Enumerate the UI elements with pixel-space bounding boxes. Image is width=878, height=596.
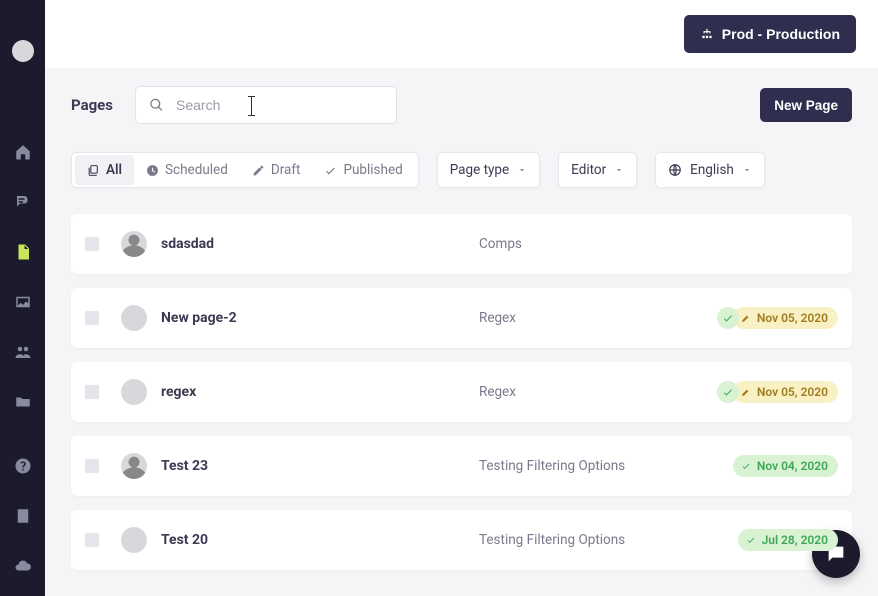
- author-avatar: [121, 379, 147, 405]
- page-title: Pages: [71, 96, 113, 114]
- page-category: Testing Filtering Options: [479, 532, 744, 548]
- page-name: regex: [161, 384, 479, 400]
- filter-draft-label: Draft: [271, 162, 301, 178]
- sidebar: [0, 0, 45, 596]
- sitemap-icon: [700, 27, 714, 41]
- published-badge: [717, 307, 739, 329]
- author-avatar: [121, 231, 147, 257]
- check-icon: [741, 461, 751, 471]
- new-page-button[interactable]: New Page: [760, 88, 852, 122]
- stack-icon: [87, 164, 100, 177]
- filter-scheduled-label: Scheduled: [165, 162, 228, 178]
- pencil-icon: [252, 164, 265, 177]
- search-icon: [149, 98, 164, 113]
- search-input[interactable]: [135, 86, 397, 124]
- editor-label: Editor: [571, 162, 606, 178]
- draft-date-badge: Nov 05, 2020: [733, 381, 838, 403]
- docs-icon[interactable]: [13, 506, 33, 526]
- row-checkbox[interactable]: [85, 533, 99, 547]
- badge-group: Nov 05, 2020: [717, 381, 838, 403]
- page-row[interactable]: Test 20Testing Filtering OptionsJul 28, …: [71, 510, 852, 570]
- status-segment: All Scheduled Draft Published: [71, 152, 419, 188]
- page-row[interactable]: sdasdadComps: [71, 214, 852, 274]
- pages-icon[interactable]: [13, 242, 33, 262]
- main-area: Prod - Production Pages New Page All: [45, 0, 878, 596]
- page-row[interactable]: regexRegex Nov 05, 2020: [71, 362, 852, 422]
- page-type-dropdown[interactable]: Page type: [437, 152, 540, 188]
- chevron-down-icon: [614, 165, 624, 175]
- page-name: Test 20: [161, 532, 479, 548]
- row-checkbox[interactable]: [85, 237, 99, 251]
- editor-dropdown[interactable]: Editor: [558, 152, 637, 188]
- row-checkbox[interactable]: [85, 385, 99, 399]
- published-badge: [717, 381, 739, 403]
- draft-date-badge: Nov 05, 2020: [733, 307, 838, 329]
- user-avatar[interactable]: [12, 40, 34, 62]
- filter-all[interactable]: All: [75, 155, 134, 185]
- author-avatar: [121, 527, 147, 553]
- clock-icon: [146, 164, 159, 177]
- home-icon[interactable]: [13, 142, 33, 162]
- cloud-icon[interactable]: [13, 556, 33, 576]
- check-icon: [746, 535, 756, 545]
- page-type-label: Page type: [450, 162, 509, 178]
- search-wrap: [135, 86, 397, 124]
- filter-published[interactable]: Published: [312, 155, 414, 185]
- header-row: Pages New Page: [71, 86, 852, 124]
- filter-all-label: All: [106, 162, 122, 178]
- author-avatar: [121, 305, 147, 331]
- page-category: Regex: [479, 384, 717, 400]
- language-label: English: [690, 162, 734, 178]
- pencil-icon: [741, 387, 751, 397]
- published-date-badge: Nov 04, 2020: [733, 455, 838, 477]
- pencil-icon: [741, 313, 751, 323]
- page-row[interactable]: Test 23Testing Filtering OptionsNov 04, …: [71, 436, 852, 496]
- badge-group: Jul 28, 2020: [744, 529, 838, 551]
- published-date-badge: Jul 28, 2020: [738, 529, 838, 551]
- filter-scheduled[interactable]: Scheduled: [134, 155, 240, 185]
- author-avatar: [121, 453, 147, 479]
- page-list: sdasdadCompsNew page-2RegexNov 05, 2020r…: [71, 214, 852, 570]
- chevron-down-icon: [742, 165, 752, 175]
- globe-icon: [668, 163, 682, 177]
- chevron-down-icon: [517, 165, 527, 175]
- topbar: Prod - Production: [45, 0, 878, 68]
- filter-published-label: Published: [343, 162, 402, 178]
- language-dropdown[interactable]: English: [655, 152, 765, 188]
- users-icon[interactable]: [13, 342, 33, 362]
- blog-icon[interactable]: [13, 192, 33, 212]
- help-icon[interactable]: [13, 456, 33, 476]
- filter-draft[interactable]: Draft: [240, 155, 313, 185]
- badge-group: Nov 04, 2020: [739, 455, 838, 477]
- badge-group: Nov 05, 2020: [717, 307, 838, 329]
- filters-row: All Scheduled Draft Published Page type: [71, 152, 852, 188]
- page-category: Testing Filtering Options: [479, 458, 739, 474]
- row-checkbox[interactable]: [85, 459, 99, 473]
- folder-icon[interactable]: [13, 392, 33, 412]
- page-category: Regex: [479, 310, 717, 326]
- row-checkbox[interactable]: [85, 311, 99, 325]
- page-name: New page-2: [161, 310, 479, 326]
- page-name: sdasdad: [161, 236, 479, 252]
- media-icon[interactable]: [13, 292, 33, 312]
- check-icon: [324, 164, 337, 177]
- environment-button[interactable]: Prod - Production: [684, 15, 856, 53]
- page-name: Test 23: [161, 458, 479, 474]
- page-category: Comps: [479, 236, 838, 252]
- environment-label: Prod - Production: [722, 26, 840, 42]
- page-row[interactable]: New page-2Regex Nov 05, 2020: [71, 288, 852, 348]
